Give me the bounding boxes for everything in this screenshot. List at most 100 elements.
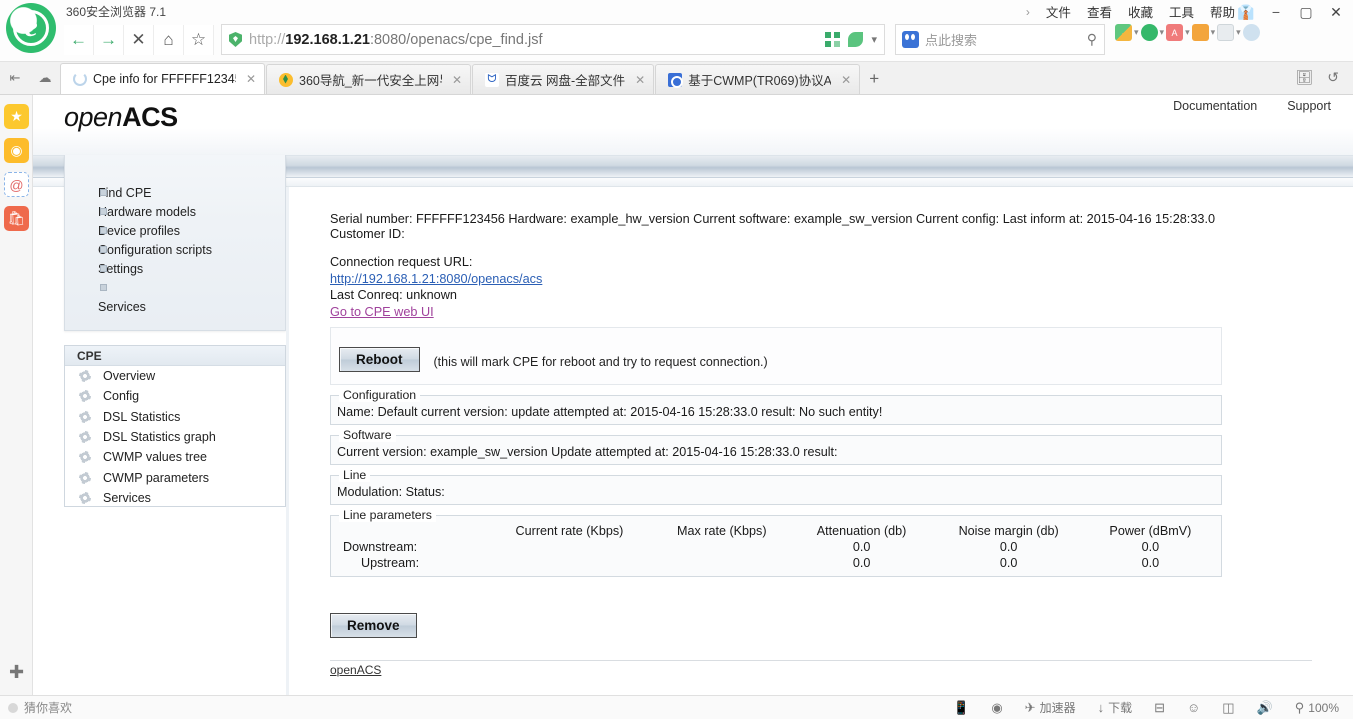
address-bar[interactable]: http://192.168.1.21:8080/openacs/cpe_fin…: [221, 24, 885, 55]
download-item[interactable]: ↓ 下载: [1098, 699, 1133, 716]
status-left-label[interactable]: 猜你喜欢: [24, 699, 72, 716]
ext-translate[interactable]: A ▾: [1166, 24, 1190, 41]
menu-item-favorites[interactable]: 收藏: [1128, 2, 1153, 21]
qrcode-icon[interactable]: [825, 32, 841, 47]
restore-tab-icon[interactable]: 🗄: [1295, 69, 1313, 86]
ext-magnify[interactable]: [1242, 24, 1260, 41]
table-row: Upstream: 0.0 0.0 0.0: [337, 555, 1215, 571]
menu-expand-icon[interactable]: ›: [1026, 5, 1030, 19]
reboot-button[interactable]: Reboot: [339, 347, 420, 372]
tab-cwmp-acs[interactable]: 基于CWMP(TR069)协议ACS服 ✕: [655, 64, 861, 94]
cpe-item-cwmp-parameters[interactable]: CWMP parameters: [65, 467, 285, 487]
nav-item-configuration-scripts[interactable]: Configuration scripts: [65, 240, 285, 259]
ext-tools[interactable]: ▾: [1191, 24, 1215, 41]
nav-item-settings[interactable]: Settings: [65, 259, 285, 278]
nav-item-services[interactable]: Services: [65, 297, 285, 316]
configuration-fieldset: Configuration Name: Default current vers…: [330, 388, 1222, 425]
cloud-icon[interactable]: ☁: [30, 61, 60, 94]
cpe-item-cwmp-values-tree[interactable]: CWMP values tree: [65, 447, 285, 467]
tab-baidu-cloud[interactable]: ᗢ 百度云 网盘-全部文件 ✕: [472, 64, 655, 94]
footer-link-openacs[interactable]: openACS: [330, 663, 381, 677]
line-legend: Line: [339, 468, 371, 482]
menu-item-file[interactable]: 文件: [1046, 2, 1071, 21]
smile-icon[interactable]: ☺: [1187, 700, 1200, 715]
cpe-item-dsl-statistics-graph[interactable]: DSL Statistics graph: [65, 427, 285, 447]
nav-item-hardware-models[interactable]: Hardware models: [65, 202, 285, 221]
zoom-item[interactable]: ⚲ 100%: [1295, 700, 1339, 716]
compass-icon[interactable]: ◉: [991, 700, 1002, 716]
stop-icon[interactable]: ✕: [124, 25, 154, 55]
layout-icon[interactable]: ◫: [1222, 700, 1234, 716]
search-input[interactable]: 点此搜索: [925, 30, 977, 49]
at-icon[interactable]: @: [4, 172, 29, 197]
new-tab-button[interactable]: +: [861, 64, 887, 94]
star-icon[interactable]: ★: [4, 104, 29, 129]
baidu-icon[interactable]: [902, 31, 919, 48]
ext-security[interactable]: ▾: [1140, 24, 1164, 41]
maximize-button[interactable]: ▢: [1291, 0, 1321, 24]
add-icon[interactable]: ✚: [4, 660, 29, 685]
forward-icon[interactable]: →: [94, 25, 124, 55]
close-button[interactable]: ✕: [1321, 0, 1351, 24]
bullet-icon: [100, 246, 107, 253]
tab-360-nav[interactable]: 360导航_新一代安全上网导航 ✕: [266, 64, 471, 94]
bullet-icon: [100, 284, 107, 291]
ext-apps[interactable]: ▾: [1115, 24, 1139, 41]
gear-icon: [79, 431, 91, 444]
minimize-button[interactable]: −: [1261, 0, 1291, 24]
cell-downstream-max-rate: [652, 539, 792, 555]
line-parameters-fieldset: Line parameters Current rate (Kbps) Max …: [330, 508, 1222, 577]
menu-item-view[interactable]: 查看: [1087, 2, 1112, 21]
volume-icon[interactable]: 🔊: [1257, 700, 1273, 716]
search-box[interactable]: 点此搜索 ⚲: [895, 24, 1105, 55]
window-icon[interactable]: ⊟: [1154, 700, 1165, 716]
chevron-down-icon[interactable]: ▾: [871, 33, 877, 46]
accelerator-item[interactable]: ✈ 加速器: [1025, 699, 1076, 716]
chevron-down-icon: ▾: [1236, 27, 1241, 37]
mobile-view-icon[interactable]: 📱: [953, 700, 969, 716]
magnifier-icon: [1242, 24, 1260, 41]
cpe-item-label: Overview: [103, 369, 156, 384]
back-icon[interactable]: ←: [64, 25, 94, 55]
tab-list-icon[interactable]: ⇤: [0, 61, 30, 94]
cpe-item-config[interactable]: Config: [65, 386, 285, 406]
bullet-icon: [100, 189, 107, 196]
tab-close-icon[interactable]: ✕: [635, 73, 645, 87]
software-line: Current version: example_sw_version Upda…: [337, 445, 838, 459]
nav-item-blank[interactable]: [65, 278, 285, 297]
tab-cpe-info[interactable]: Cpe info for FFFFFF123456 ✕: [60, 63, 265, 94]
nav-label: Services: [98, 299, 146, 314]
cpe-item-services[interactable]: Services: [65, 488, 285, 508]
link-documentation[interactable]: Documentation: [1173, 99, 1257, 113]
bookmark-star-icon[interactable]: ☆: [184, 25, 214, 55]
weibo-icon[interactable]: ◉: [4, 138, 29, 163]
cell-upstream-noise-margin: 0.0: [999, 556, 1018, 570]
tab-close-icon[interactable]: ✕: [246, 72, 256, 86]
home-icon[interactable]: ⌂: [154, 25, 184, 55]
cpe-web-ui-link[interactable]: Go to CPE web UI: [330, 305, 434, 319]
table-header-row: Current rate (Kbps) Max rate (Kbps) Atte…: [337, 523, 1215, 539]
col-current-rate: Current rate (Kbps): [515, 524, 624, 538]
tab-close-icon[interactable]: ✕: [452, 73, 462, 87]
tab-close-icon[interactable]: ✕: [841, 73, 851, 87]
nav-item-find-cpe[interactable]: Find CPE: [65, 183, 285, 202]
site-header: openACS Documentation Support: [33, 95, 1353, 155]
menu-item-tools[interactable]: 工具: [1169, 2, 1194, 21]
ext-game[interactable]: ▾: [1217, 24, 1241, 41]
bullet-icon: [100, 265, 107, 272]
link-support[interactable]: Support: [1287, 99, 1331, 113]
search-icon[interactable]: ⚲: [1087, 31, 1097, 48]
nav-item-device-profiles[interactable]: Device profiles: [65, 221, 285, 240]
cell-upstream-max-rate: [652, 555, 792, 571]
reload-session-icon[interactable]: ↺: [1327, 69, 1339, 86]
cpe-item-overview[interactable]: Overview: [65, 366, 285, 386]
cpe-panel-header: CPE: [65, 346, 285, 366]
connection-request-url-link[interactable]: http://192.168.1.21:8080/openacs/acs: [330, 272, 542, 286]
skin-icon[interactable]: 👔: [1231, 0, 1261, 24]
leaf-icon[interactable]: [848, 32, 864, 47]
cell-downstream-noise-margin: 0.0: [999, 540, 1018, 554]
remove-section: Remove: [330, 613, 1222, 638]
cpe-item-dsl-statistics[interactable]: DSL Statistics: [65, 407, 285, 427]
remove-button[interactable]: Remove: [330, 613, 417, 638]
shopping-bag-icon[interactable]: 🛍: [4, 206, 29, 231]
